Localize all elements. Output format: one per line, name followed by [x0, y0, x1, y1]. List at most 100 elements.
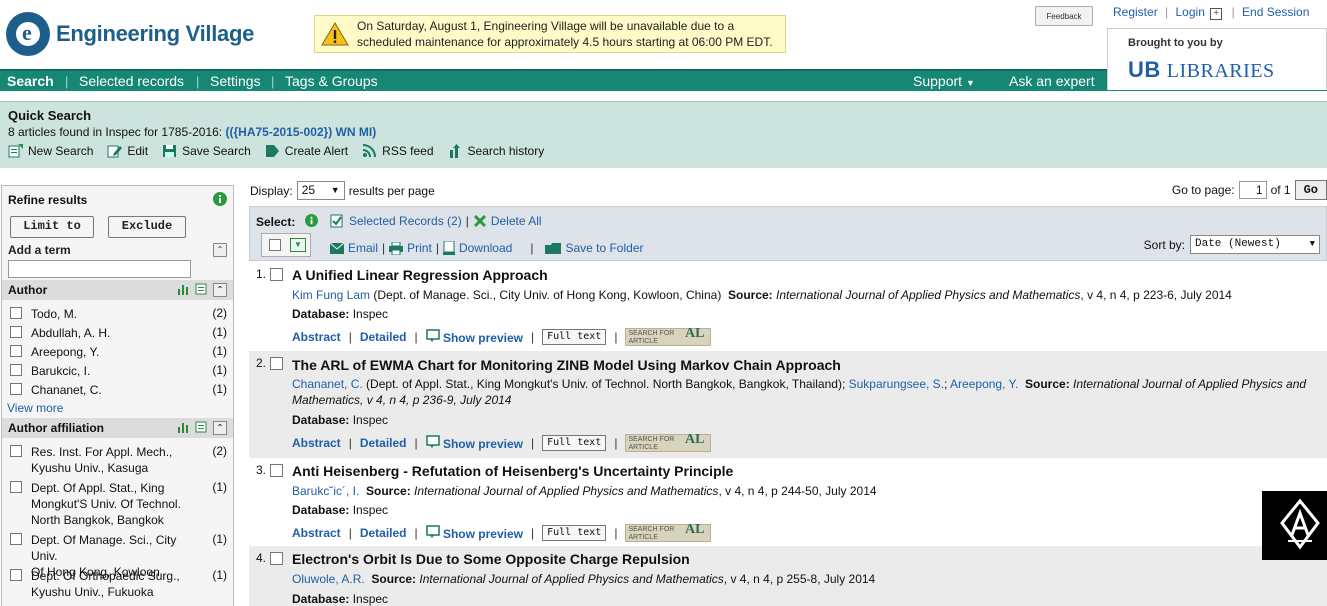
facet-item[interactable]: Abdullah, A. H. (1)	[2, 323, 233, 342]
chart-icon[interactable]	[177, 421, 189, 433]
search-history-button[interactable]: Search history	[448, 144, 544, 158]
facet-item[interactable]: Barukcic, I. (1)	[2, 361, 233, 380]
edit-button[interactable]: Edit	[107, 144, 148, 158]
facet-checkbox[interactable]	[10, 481, 22, 493]
author-link[interactable]: Kim Fung Lam	[292, 288, 370, 302]
collapse-icon[interactable]: ⌃	[213, 421, 227, 435]
detailed-link[interactable]: Detailed	[360, 526, 407, 540]
author-link[interactable]: Areepong, Y.	[950, 377, 1018, 391]
results-per-page-select[interactable]: 25 ▼	[296, 181, 345, 200]
show-preview-link[interactable]: Show preview	[425, 525, 523, 541]
delete-all-link[interactable]: Delete All	[491, 214, 542, 228]
page-input[interactable]: 1	[1238, 181, 1267, 199]
facet-item[interactable]: Res. Inst. For Appl. Mech., Kyushu Univ.,…	[2, 442, 233, 478]
facet-checkbox[interactable]	[10, 326, 22, 338]
result-checkbox[interactable]	[270, 552, 283, 565]
facet-item[interactable]: Dept. Of Orthopaedic Surg., Kyushu Univ.,…	[2, 566, 233, 602]
facet-item[interactable]: Dept. Of Appl. Stat., King Mongkut'S Univ…	[2, 478, 233, 530]
feedback-button[interactable]: Feedback	[1035, 6, 1093, 26]
result-checkbox[interactable]	[270, 357, 283, 370]
info-icon[interactable]	[213, 192, 227, 206]
show-preview-link[interactable]: Show preview	[425, 435, 523, 451]
facet-checkbox[interactable]	[10, 345, 22, 357]
result-title[interactable]: The ARL of EWMA Chart for Monitoring ZIN…	[292, 357, 841, 373]
register-link[interactable]: Register	[1113, 5, 1158, 19]
facet-checkbox[interactable]	[10, 364, 22, 376]
search-query-link[interactable]: (({HA75-2015-002}) WN MI)	[225, 125, 376, 139]
author-link[interactable]: Barukc˘ic´, I.	[292, 484, 359, 498]
maintenance-alert: On Saturday, August 1, Engineering Villa…	[314, 15, 786, 53]
result-title[interactable]: Electron's Orbit Is Due to Some Opposite…	[292, 551, 690, 567]
facet-checkbox[interactable]	[10, 445, 22, 457]
author-link[interactable]: Chananet, C.	[292, 377, 363, 391]
facet-checkbox[interactable]	[10, 569, 22, 581]
select-all-checkbox[interactable]	[269, 239, 281, 251]
facet-checkbox[interactable]	[10, 383, 22, 395]
result-checkbox[interactable]	[270, 464, 283, 477]
exclude-button[interactable]: Exclude	[108, 216, 186, 238]
result-number: 1.	[256, 267, 267, 281]
result-checkbox[interactable]	[270, 268, 283, 281]
nav-selected-records[interactable]: Selected records	[79, 73, 184, 89]
abstract-link[interactable]: Abstract	[292, 436, 341, 450]
info-icon[interactable]	[305, 214, 318, 227]
full-text-button[interactable]: Full text	[542, 329, 607, 345]
facet-checkbox[interactable]	[10, 533, 22, 545]
logo[interactable]: e Engineering Village	[6, 10, 276, 58]
save-search-button[interactable]: Save Search	[162, 144, 251, 158]
accessibility-icon	[1280, 498, 1320, 550]
facet-item[interactable]: Chananet, C. (1)	[2, 380, 233, 399]
full-text-button[interactable]: Full text	[542, 435, 607, 451]
download-link[interactable]: Download	[459, 241, 512, 255]
detailed-link[interactable]: Detailed	[360, 436, 407, 450]
chart-icon[interactable]	[177, 283, 189, 295]
search-for-article-button[interactable]: SEARCH FOR ARTICLE AL	[625, 523, 712, 542]
facet-item[interactable]: Todo, M. (2)	[2, 304, 233, 323]
nav-settings[interactable]: Settings	[210, 73, 261, 89]
selected-records-link[interactable]: Selected Records (2)	[349, 214, 462, 228]
export-icon[interactable]	[195, 421, 207, 433]
facet-item[interactable]: Areepong, Y. (1)	[2, 342, 233, 361]
result-title[interactable]: Anti Heisenberg - Refutation of Heisenbe…	[292, 463, 733, 479]
full-text-button[interactable]: Full text	[542, 525, 607, 541]
author-facet-header: Author ⌃	[2, 280, 233, 300]
author-link[interactable]: Sukparungsee, S.	[849, 377, 944, 391]
add-term-input[interactable]	[8, 260, 191, 278]
collapse-icon[interactable]: ⌃	[213, 243, 227, 257]
accessibility-widget-button[interactable]	[1262, 491, 1327, 560]
author-link[interactable]: Oluwole, A.R.	[292, 572, 365, 586]
new-search-button[interactable]: New Search	[8, 144, 93, 158]
go-button[interactable]: Go	[1294, 180, 1327, 200]
sort-select[interactable]: Date (Newest) ▼	[1190, 235, 1320, 254]
rss-feed-button[interactable]: RSS feed	[362, 144, 434, 158]
facet-item[interactable]: Dept. Of Manage. Sci., City Univ. Of Hong…	[2, 530, 233, 579]
facet-checkbox[interactable]	[10, 307, 22, 319]
login-link[interactable]: Login	[1176, 5, 1205, 19]
limit-to-button[interactable]: Limit to	[10, 216, 94, 238]
save-to-folder-link[interactable]: Save to Folder	[565, 241, 643, 255]
goto-page-control: Go to page: 1 of 1 Go	[1172, 180, 1327, 200]
nav-tags-groups[interactable]: Tags & Groups	[285, 73, 378, 89]
abstract-link[interactable]: Abstract	[292, 330, 341, 344]
detailed-link[interactable]: Detailed	[360, 330, 407, 344]
show-preview-link[interactable]: Show preview	[425, 329, 523, 345]
select-all-dropdown[interactable]: ▼	[261, 233, 311, 257]
nav-ask-expert[interactable]: Ask an expert	[1009, 73, 1095, 89]
nav-search[interactable]: Search	[7, 73, 54, 89]
email-link[interactable]: Email	[348, 241, 378, 255]
result-title[interactable]: A Unified Linear Regression Approach	[292, 267, 548, 283]
alert-line-1: On Saturday, August 1, Engineering Villa…	[357, 19, 735, 33]
print-link[interactable]: Print	[407, 241, 432, 255]
export-icon[interactable]	[195, 283, 207, 295]
chevron-down-icon[interactable]: ▼	[290, 238, 306, 252]
login-expand-icon[interactable]: +	[1210, 8, 1223, 20]
institution-badge: Brought to you by UB LIBRARIES	[1107, 28, 1327, 90]
search-for-article-button[interactable]: SEARCH FOR ARTICLE AL	[625, 433, 712, 452]
abstract-link[interactable]: Abstract	[292, 526, 341, 540]
nav-support[interactable]: Support ▼	[913, 73, 975, 89]
end-session-link[interactable]: End Session	[1242, 5, 1309, 19]
search-for-article-button[interactable]: SEARCH FOR ARTICLE AL	[625, 327, 712, 346]
collapse-icon[interactable]: ⌃	[213, 283, 227, 297]
create-alert-button[interactable]: Create Alert	[265, 144, 348, 158]
view-more-link[interactable]: View more	[2, 399, 233, 418]
